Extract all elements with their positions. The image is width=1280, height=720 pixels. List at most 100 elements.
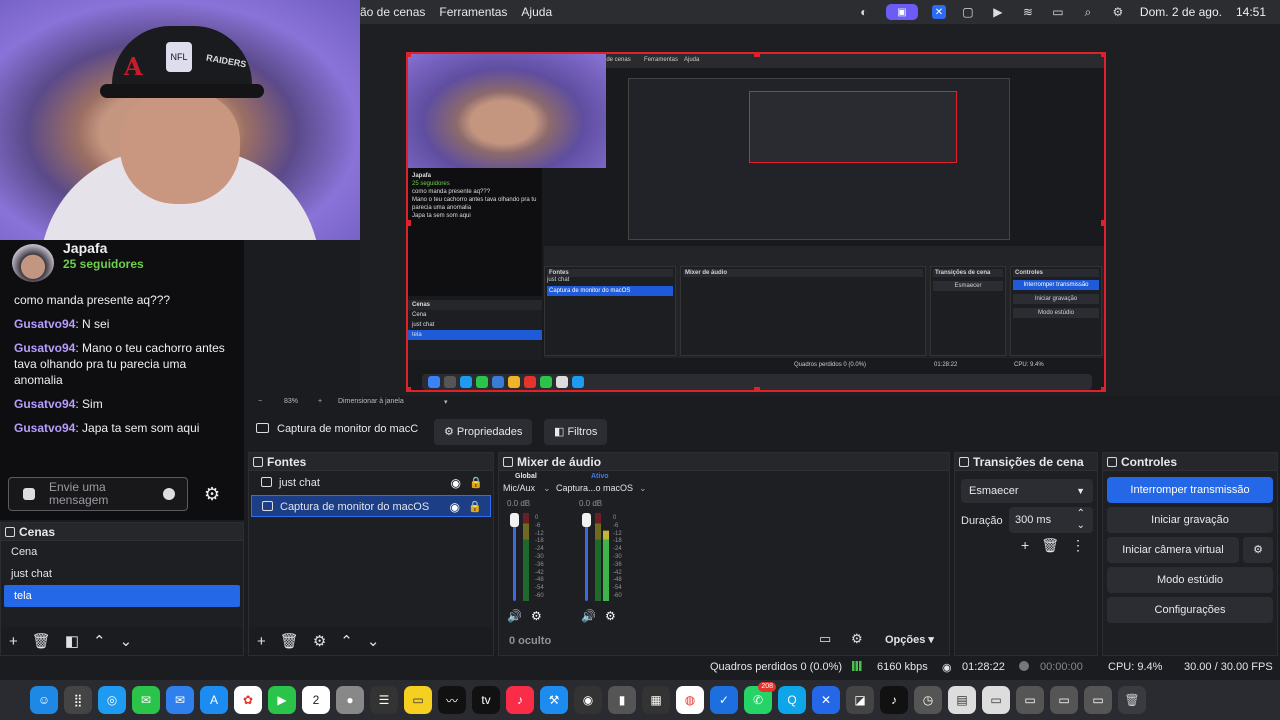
mail-icon[interactable]: ✉ [166,686,194,714]
settings-button[interactable]: Configurações [1107,597,1273,623]
messages-icon[interactable]: ✉ [132,686,160,714]
launchpad-icon[interactable]: ⣿ [64,686,92,714]
fader-knob[interactable] [510,513,519,527]
screenshot-icon[interactable]: ▭ [982,686,1010,714]
stepper-down-icon[interactable]: ⌄ [1077,513,1085,539]
chevron-down-icon[interactable]: ⌄ [543,483,551,494]
menu-help[interactable]: Ajuda [521,5,552,19]
facetime-icon[interactable]: ▶ [268,686,296,714]
contacts-icon[interactable]: ● [336,686,364,714]
tiktok-icon[interactable]: ♪ [880,686,908,714]
menubar-date[interactable]: Dom. 2 de ago. [1140,5,1222,19]
remove-source-button[interactable]: 🗑 [280,632,299,650]
more-options-icon[interactable]: ⋮ [1071,537,1085,554]
lock-icon[interactable]: 🔒 [469,472,483,494]
zoom-in-button[interactable]: + [318,398,322,405]
menu-scenes[interactable]: ão de cenas [360,5,425,19]
app-status-icon[interactable]: ▢ [960,5,976,19]
eye-icon[interactable]: ◉ [451,472,461,494]
mixer-options-button[interactable]: Opções ▾ [885,633,934,646]
window-thumbnail-icon[interactable]: ▭ [1016,686,1044,714]
avatar[interactable] [12,244,54,282]
add-transition-button[interactable]: + [1021,537,1029,554]
lock-icon[interactable]: 🔒 [468,496,482,518]
resize-handle[interactable] [408,387,411,390]
resize-handle[interactable] [408,54,411,57]
battery-icon[interactable]: ▭ [1050,5,1066,19]
document-icon[interactable]: ▤ [948,686,976,714]
trash-icon[interactable]: 🗑 [1118,686,1146,714]
photos-icon[interactable]: ✿ [234,686,262,714]
chat-user[interactable]: Gusatvo94 [14,421,75,435]
move-down-button[interactable]: ⌄ [120,632,133,650]
resize-handle[interactable] [408,220,411,226]
safari-icon[interactable]: ◎ [98,686,126,714]
advanced-audio-icon[interactable]: ⚙ [851,631,863,647]
move-up-button[interactable]: ⌃ [340,632,353,650]
move-down-button[interactable]: ⌄ [367,632,380,650]
screen-record-indicator-icon[interactable]: ▣ [885,4,918,20]
resize-handle[interactable] [1101,54,1104,57]
play-icon[interactable]: ▶ [990,5,1006,19]
properties-button[interactable]: ⚙ Propriedades [434,419,533,445]
stop-streaming-button[interactable]: Interromper transmissão [1107,477,1273,503]
screen-share-icon[interactable]: ◐ [856,5,872,19]
tv-icon[interactable]: tv [472,686,500,714]
xcode-icon[interactable]: ⚒ [540,686,568,714]
speaker-icon[interactable]: 🔊 [507,609,522,623]
chat-user[interactable]: Gusatvo94 [14,397,75,411]
tab-global[interactable]: Global [515,473,537,480]
eye-icon[interactable]: ◉ [450,496,460,518]
app-icon[interactable]: ✓ [710,686,738,714]
scene-item-just-chat[interactable]: just chat [1,563,243,585]
terminal-icon[interactable]: ▮ [608,686,636,714]
transition-select[interactable]: Esmaecer ▼ [961,479,1093,503]
tab-active[interactable]: Ativo [591,473,609,480]
resize-handle[interactable] [1101,387,1104,390]
mixer-layout-icon[interactable]: ▭ [819,631,831,647]
channel-name[interactable]: Japafa [63,240,107,256]
notes-icon[interactable]: ▭ [404,686,432,714]
zoom-out-button[interactable]: − [258,398,262,405]
menubar-time[interactable]: 14:51 [1236,5,1266,19]
chat-user[interactable]: Gusatvo94 [14,341,75,355]
add-scene-button[interactable]: + [9,633,18,650]
fader-knob[interactable] [582,513,591,527]
studio-mode-button[interactable]: Modo estúdio [1107,567,1273,593]
whatsapp-icon[interactable]: ✆ 208 [744,682,776,714]
calendar-icon[interactable]: 2 [302,686,330,714]
resize-handle[interactable] [1101,220,1104,226]
music-icon[interactable]: ♪ [506,686,534,714]
obs-icon[interactable]: ◉ [574,686,602,714]
scene-item-cena[interactable]: Cena [1,541,243,563]
audio-settings-icon[interactable]: ⚙ [605,609,616,623]
obs-preview-canvas[interactable]: ão de cenas Ferramentas Ajuda Japafa 25 … [406,52,1106,392]
scene-filters-button[interactable]: ◧ [65,632,79,650]
speaker-icon[interactable]: 🔊 [581,609,596,623]
chat-user[interactable]: Gusatvo94 [14,317,75,331]
add-source-button[interactable]: + [257,633,266,650]
wifi-icon[interactable]: ≋ [1020,5,1036,19]
preview-icon[interactable]: ◪ [846,686,874,714]
move-up-button[interactable]: ⌃ [93,632,106,650]
vscode-status-icon[interactable]: ✕ [931,5,946,19]
appstore-icon[interactable]: A [200,686,228,714]
stocks-icon[interactable]: 〰 [438,686,466,714]
finder-icon[interactable]: ☺ [30,686,58,714]
remove-scene-button[interactable]: 🗑 [32,632,51,650]
resize-handle[interactable] [754,387,760,390]
emoji-icon[interactable] [163,488,175,500]
audio-settings-icon[interactable]: ⚙ [531,609,542,623]
resize-to-window[interactable]: Dimensionar à janela [338,398,404,405]
quicktime-icon[interactable]: Q [778,686,806,714]
gear-icon[interactable]: ⚙ [204,484,220,505]
source-settings-button[interactable]: ⚙ [313,632,326,650]
chat-input[interactable]: Envie uma mensagem [8,477,188,511]
search-icon[interactable]: ⌕ [1080,5,1096,19]
control-center-icon[interactable]: ⚙ [1110,5,1126,19]
duration-input[interactable]: 300 ms ⌃ ⌄ [1009,507,1093,533]
virtual-camera-settings-button[interactable]: ⚙ [1243,537,1273,563]
vscode-icon[interactable]: ✕ [812,686,840,714]
remove-transition-button[interactable]: 🗑 [1041,537,1059,554]
resize-handle[interactable] [754,54,760,57]
